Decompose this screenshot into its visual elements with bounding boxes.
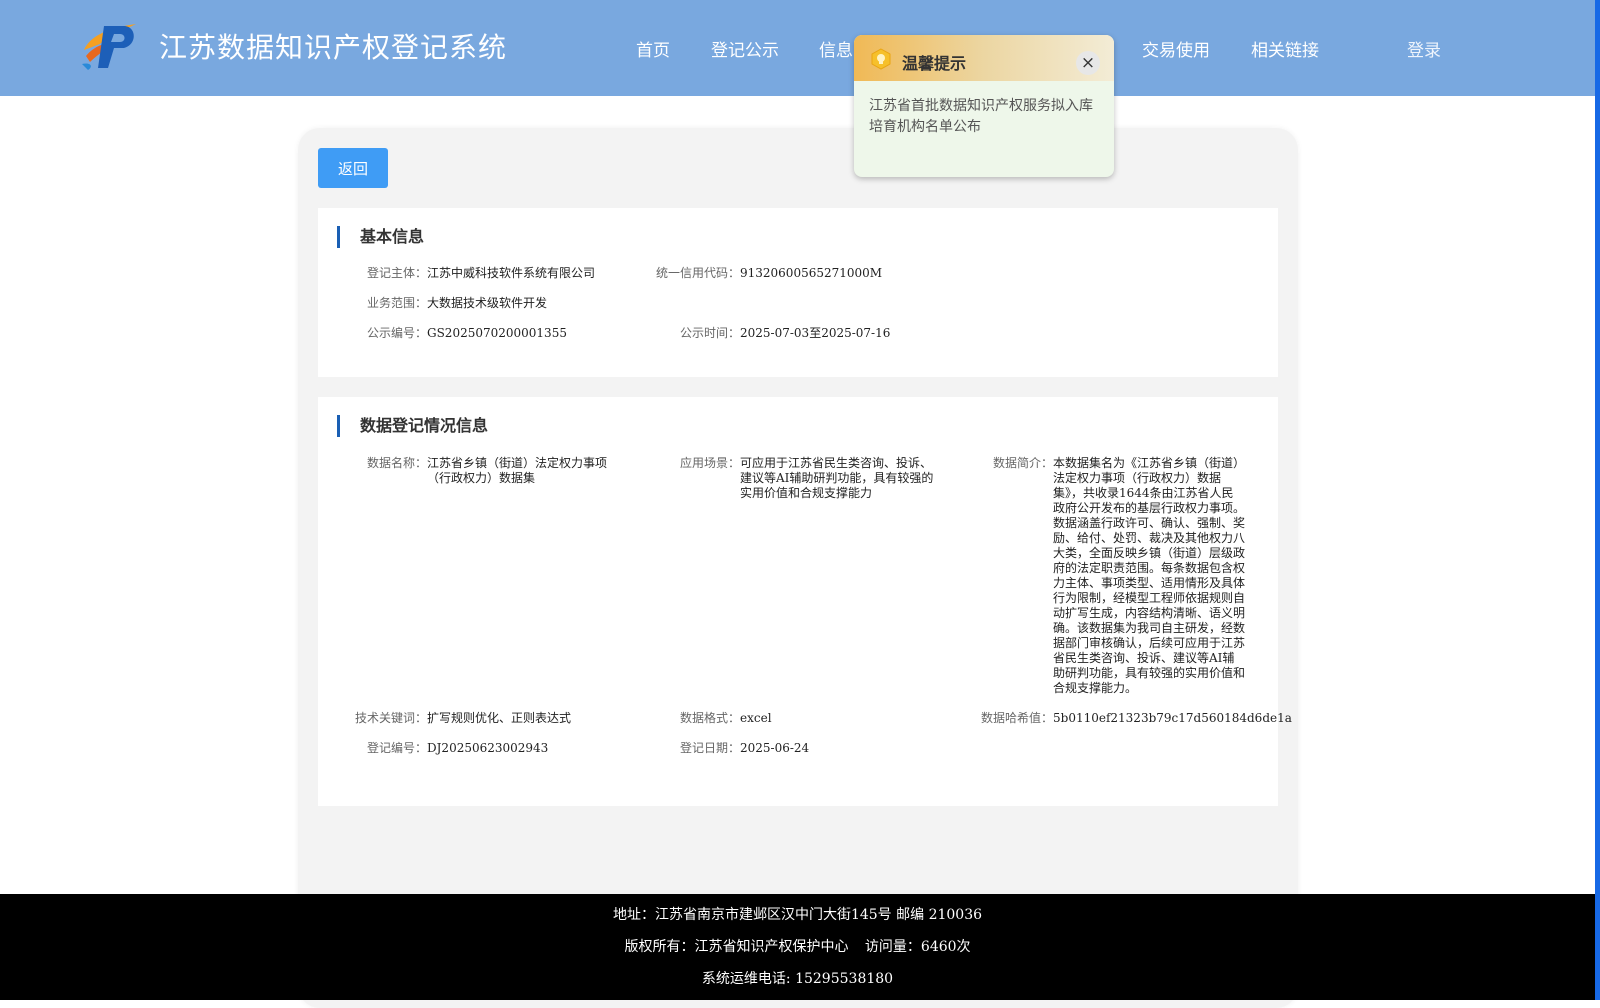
field-label: 登记主体： (366, 266, 427, 280)
field-value: 大数据技术级软件开发 (427, 296, 548, 310)
footer-phone: 系统运维电话: 15295538180 (701, 971, 894, 987)
field-label: 数据简介： (992, 456, 1053, 470)
footer-copyright-line: 版权所有：江苏省知识产权保护中心 访问量：6460次 (0, 936, 1595, 956)
field-value: 江苏省乡镇（街道）法定权力事项（行政权力）数据集 (427, 456, 608, 485)
site-title: 江苏数据知识产权登记系统 (159, 31, 508, 64)
nav-registration-notice[interactable]: 登记公示 (711, 36, 779, 61)
field-value: 91320600565271000M (740, 266, 883, 280)
field-value: DJ20250623002943 (427, 741, 549, 755)
lightbulb-icon (871, 48, 891, 70)
field-label: 技术关键词： (354, 711, 427, 725)
login-link[interactable]: 登录 (1407, 36, 1441, 61)
footer-copyright: 版权所有：江苏省知识产权保护中心 (624, 939, 849, 955)
section-title: 基本信息 (337, 226, 424, 248)
field-value: excel (740, 711, 772, 725)
field-value: 2025-07-03至2025-07-16 (740, 326, 891, 340)
field-label: 公示编号： (366, 326, 427, 340)
popup-close-button[interactable]: × (1076, 51, 1100, 75)
field-label: 统一信用代码： (655, 266, 740, 280)
field-value: GS2025070200001355 (427, 326, 567, 340)
field-value: 可应用于江苏省民生类咨询、投诉、建议等AI辅助研判功能，具有较强的实用价值和合规… (740, 456, 934, 500)
notice-popup: 温馨提示 × 江苏省首批数据知识产权服务拟入库培育机构名单公布 (854, 35, 1114, 177)
field-value: 扩写规则优化、正则表达式 (427, 711, 572, 725)
data-registration-card: 数据登记情况信息 数据名称： 江苏省乡镇（街道）法定权力事项（行政权力）数据集 … (318, 397, 1292, 806)
back-button[interactable]: 返回 (318, 148, 388, 188)
popup-notice-link[interactable]: 江苏省首批数据知识产权服务拟入库培育机构名单公布 (869, 96, 1101, 138)
field-label: 数据哈希值： (980, 711, 1053, 725)
field-label: 业务范围： (366, 296, 427, 310)
popup-title: 温馨提示 (902, 54, 967, 73)
field-label: 公示时间： (679, 326, 740, 340)
page-scrollbar[interactable] (1595, 0, 1600, 1000)
field-value: 2025-06-24 (740, 741, 810, 755)
section-title: 数据登记情况信息 (337, 415, 488, 437)
footer-visits: 访问量：6460次 (864, 939, 971, 955)
field-label: 登记编号： (366, 741, 427, 755)
site-footer: 地址：江苏省南京市建邺区汉中门大街145号 邮编 210036 版权所有：江苏省… (0, 894, 1595, 1000)
popup-header: 温馨提示 × (854, 35, 1114, 81)
field-label: 应用场景： (679, 456, 740, 470)
nav-home[interactable]: 首页 (636, 36, 670, 61)
field-label: 登记日期： (679, 741, 740, 755)
footer-address: 地址：江苏省南京市建邺区汉中门大街145号 邮编 210036 (612, 907, 983, 923)
basic-info-card: 基本信息 登记主体： 江苏中威科技软件系统有限公司 统一信用代码： 913206… (318, 208, 1278, 377)
field-label: 数据名称： (366, 456, 427, 470)
field-value: 5b0110ef21323b79c17d560184d6de1a (1053, 711, 1292, 725)
nav-related-links[interactable]: 相关链接 (1251, 36, 1319, 61)
site-header: 江苏数据知识产权登记系统 首页 登记公示 信息 交易使用 相关链接 登录 (0, 0, 1595, 96)
nav-information[interactable]: 信息 (819, 36, 853, 61)
field-value: 本数据集名为《江苏省乡镇（街道）法定权力事项（行政权力）数据集》，共收录1644… (1053, 456, 1246, 695)
field-label: 数据格式： (679, 711, 740, 725)
site-logo-icon (82, 24, 136, 70)
nav-trade-use[interactable]: 交易使用 (1142, 36, 1210, 61)
field-value: 江苏中威科技软件系统有限公司 (427, 266, 596, 280)
